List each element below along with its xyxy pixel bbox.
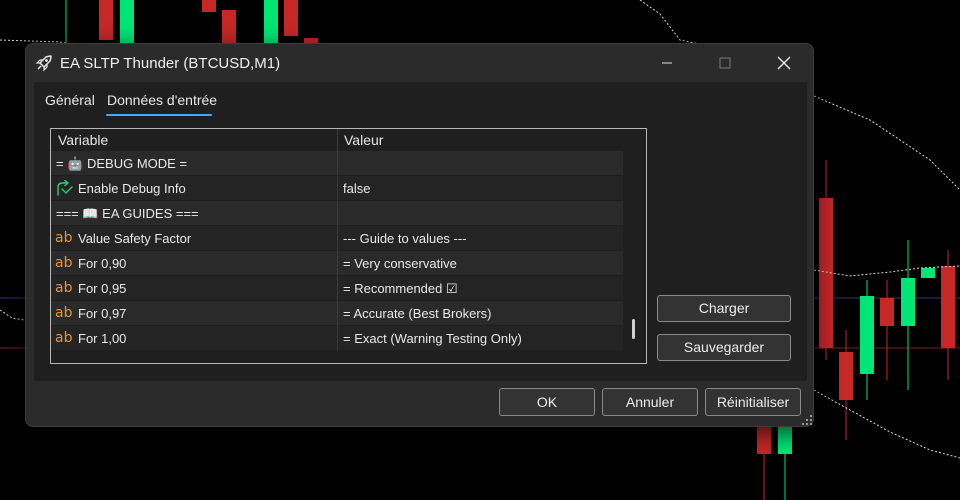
minimize-icon bbox=[662, 62, 672, 64]
value-cell[interactable]: = Accurate (Best Brokers) bbox=[337, 301, 623, 326]
candles-top bbox=[65, 0, 318, 44]
variable-value: = Exact (Warning Testing Only) bbox=[343, 331, 522, 346]
save-button[interactable]: Sauvegarder bbox=[657, 334, 791, 361]
tab-general[interactable]: Général bbox=[45, 92, 95, 108]
value-cell[interactable]: = Exact (Warning Testing Only) bbox=[337, 326, 623, 351]
variable-name: For 0,95 bbox=[78, 281, 127, 296]
variable-name: For 0,90 bbox=[78, 256, 127, 271]
value-cell[interactable]: --- Guide to values --- bbox=[337, 226, 623, 251]
resize-grip-icon[interactable] bbox=[801, 414, 813, 426]
variable-name: = 🤖 DEBUG MODE = bbox=[56, 156, 188, 171]
minimize-button[interactable] bbox=[644, 44, 690, 82]
inputs-grid: Variable Valeur = 🤖 DEBUG MODE = Enable … bbox=[50, 128, 647, 364]
value-cell[interactable]: = Recommended ☑ bbox=[337, 276, 623, 301]
table-row[interactable]: ab For 0,97 = Accurate (Best Brokers) bbox=[51, 301, 623, 326]
table-row[interactable]: ab Value Safety Factor --- Guide to valu… bbox=[51, 226, 623, 251]
tab-content-panel: Général Données d'entrée Variable Valeur… bbox=[34, 82, 807, 381]
variable-value: false bbox=[343, 181, 371, 196]
title-bar[interactable]: EA SLTP Thunder (BTCUSD,M1) bbox=[26, 44, 813, 82]
boolean-arrow-icon bbox=[57, 180, 73, 196]
column-header-variable[interactable]: Variable bbox=[58, 132, 108, 148]
variable-value: = Recommended ☑ bbox=[343, 281, 458, 296]
load-button[interactable]: Charger bbox=[657, 295, 791, 322]
tab-inputs[interactable]: Données d'entrée bbox=[107, 92, 217, 108]
table-row[interactable]: Enable Debug Info false bbox=[51, 176, 623, 201]
table-row[interactable]: ab For 0,90 = Very conservative bbox=[51, 251, 623, 276]
value-cell[interactable]: = Very conservative bbox=[337, 251, 623, 276]
string-ab-icon: ab bbox=[55, 230, 73, 246]
variable-name: Value Safety Factor bbox=[78, 231, 192, 246]
variable-name: For 1,00 bbox=[78, 331, 127, 346]
table-row[interactable]: ab For 1,00 = Exact (Warning Testing Onl… bbox=[51, 326, 623, 351]
value-cell[interactable] bbox=[337, 201, 623, 226]
window-title: EA SLTP Thunder (BTCUSD,M1) bbox=[60, 55, 281, 72]
active-tab-indicator bbox=[106, 114, 212, 116]
variable-cell: ab For 0,97 bbox=[51, 301, 337, 326]
table-row[interactable]: = 🤖 DEBUG MODE = bbox=[51, 151, 623, 176]
variable-cell: === 📖 EA GUIDES === bbox=[51, 201, 337, 226]
variable-value: = Very conservative bbox=[343, 256, 457, 271]
variable-name: For 0,97 bbox=[78, 306, 127, 321]
value-cell[interactable] bbox=[337, 151, 623, 176]
grid-header: Variable Valeur bbox=[51, 129, 646, 151]
close-button[interactable] bbox=[761, 44, 807, 82]
grid-rows: = 🤖 DEBUG MODE = Enable Debug Info false… bbox=[51, 151, 623, 351]
variable-value: = Accurate (Best Brokers) bbox=[343, 306, 492, 321]
variable-cell: ab For 1,00 bbox=[51, 326, 337, 351]
variable-cell: Enable Debug Info bbox=[51, 176, 337, 201]
variable-value: --- Guide to values --- bbox=[343, 231, 467, 246]
string-ab-icon: ab bbox=[55, 305, 73, 321]
ea-properties-dialog: EA SLTP Thunder (BTCUSD,M1) Général Donn… bbox=[25, 43, 814, 427]
variable-cell: = 🤖 DEBUG MODE = bbox=[51, 151, 337, 176]
variable-name: Enable Debug Info bbox=[78, 181, 186, 196]
variable-cell: ab Value Safety Factor bbox=[51, 226, 337, 251]
value-cell[interactable]: false bbox=[337, 176, 623, 201]
ok-button[interactable]: OK bbox=[499, 388, 595, 416]
column-header-value[interactable]: Valeur bbox=[344, 132, 383, 148]
variable-name: === 📖 EA GUIDES === bbox=[56, 206, 199, 221]
string-ab-icon: ab bbox=[55, 330, 73, 346]
table-row[interactable]: ab For 0,95 = Recommended ☑ bbox=[51, 276, 623, 301]
rocket-icon bbox=[35, 55, 52, 72]
variable-cell: ab For 0,90 bbox=[51, 251, 337, 276]
vertical-scrollbar-thumb[interactable] bbox=[632, 319, 635, 339]
table-row[interactable]: === 📖 EA GUIDES === bbox=[51, 201, 623, 226]
cancel-button[interactable]: Annuler bbox=[602, 388, 698, 416]
reset-button[interactable]: Réinitialiser bbox=[705, 388, 801, 416]
maximize-icon bbox=[719, 57, 731, 69]
string-ab-icon: ab bbox=[55, 255, 73, 271]
variable-cell: ab For 0,95 bbox=[51, 276, 337, 301]
maximize-button[interactable] bbox=[702, 44, 748, 82]
close-icon bbox=[777, 56, 791, 70]
string-ab-icon: ab bbox=[55, 280, 73, 296]
